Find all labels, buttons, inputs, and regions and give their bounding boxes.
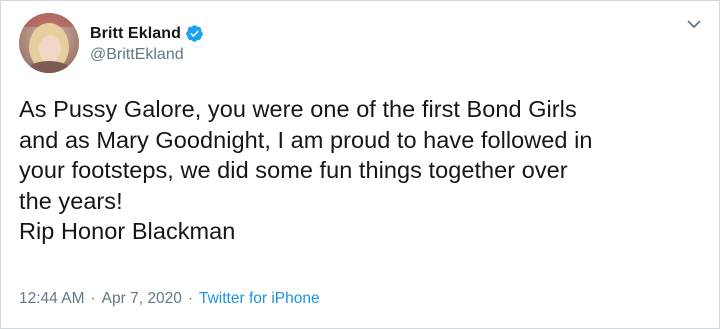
tweet-date[interactable]: Apr 7, 2020 — [102, 290, 182, 308]
chevron-down-icon[interactable] — [685, 15, 703, 33]
author-info: Britt Ekland @BrittEkland — [90, 23, 204, 64]
name-row: Britt Ekland — [90, 23, 204, 45]
verified-badge-icon — [185, 24, 204, 43]
meta-separator: · — [187, 290, 193, 307]
display-name[interactable]: Britt Ekland — [90, 25, 181, 43]
tweet-text: As Pussy Galore, you were one of the fir… — [19, 96, 593, 244]
tweet-meta: 12:44 AM · Apr 7, 2020 · Twitter for iPh… — [19, 290, 320, 308]
avatar[interactable] — [19, 13, 79, 73]
handle[interactable]: @BrittEkland — [90, 46, 204, 64]
tweet-card: Britt Ekland @BrittEkland As Pussy Galor… — [0, 0, 720, 329]
tweet-time[interactable]: 12:44 AM — [19, 290, 85, 308]
tweet-source-link[interactable]: Twitter for iPhone — [199, 290, 320, 308]
tweet-header: Britt Ekland @BrittEkland — [19, 13, 204, 73]
meta-separator: · — [90, 290, 96, 307]
